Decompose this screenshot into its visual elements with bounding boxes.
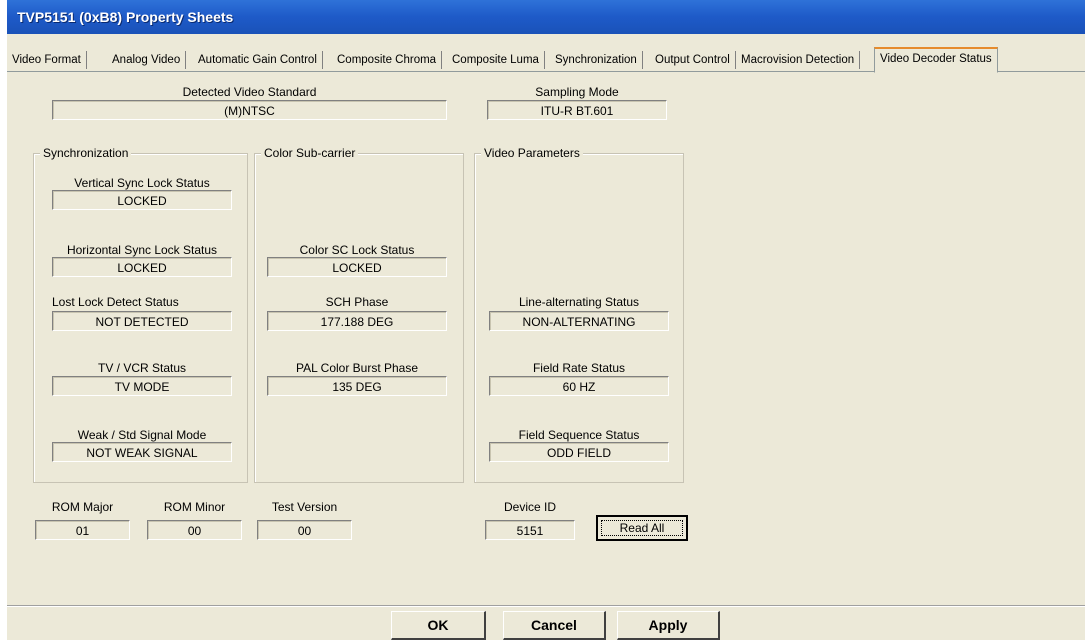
- tv-vcr-field: TV MODE: [52, 376, 232, 396]
- property-sheet-window: TVP5151 (0xB8) Property Sheets Video For…: [7, 0, 1085, 640]
- synchronization-group-title: Synchronization: [40, 146, 132, 160]
- hsync-lock-field: LOCKED: [52, 257, 232, 277]
- tab-macrovision-detection[interactable]: Macrovision Detection: [736, 51, 861, 69]
- tab-composite-luma[interactable]: Composite Luma: [447, 51, 545, 69]
- window-title: TVP5151 (0xB8) Property Sheets: [17, 9, 234, 25]
- color-subcarrier-group-title: Color Sub-carrier: [261, 146, 359, 160]
- line-alternating-label: Line-alternating Status: [518, 295, 640, 309]
- separator: [7, 605, 1085, 607]
- tab-synchronization[interactable]: Synchronization: [550, 51, 643, 69]
- tab-automatic-gain-control[interactable]: Automatic Gain Control: [193, 51, 323, 69]
- vsync-lock-label: Vertical Sync Lock Status: [74, 176, 210, 190]
- line-alternating-field: NON-ALTERNATING: [489, 311, 669, 331]
- weak-signal-field: NOT WEAK SIGNAL: [52, 442, 232, 462]
- hsync-lock-label: Horizontal Sync Lock Status: [66, 243, 218, 257]
- ok-button[interactable]: OK: [391, 611, 486, 640]
- tv-vcr-label: TV / VCR Status: [97, 361, 187, 375]
- title-bar[interactable]: TVP5151 (0xB8) Property Sheets: [7, 0, 1085, 34]
- device-id-field: 5151: [485, 520, 575, 540]
- field-rate-field: 60 HZ: [489, 376, 669, 396]
- lost-lock-field: NOT DETECTED: [52, 311, 232, 331]
- read-all-label: Read All: [601, 520, 683, 536]
- pal-burst-label: PAL Color Burst Phase: [295, 361, 419, 375]
- sampling-mode-field: ITU-R BT.601: [487, 100, 667, 120]
- lost-lock-label: Lost Lock Detect Status: [52, 295, 179, 309]
- weak-signal-label: Weak / Std Signal Mode: [77, 428, 207, 442]
- tab-analog-video[interactable]: Analog Video: [107, 51, 187, 69]
- field-sequence-label: Field Sequence Status: [518, 428, 640, 442]
- vsync-lock-field: LOCKED: [52, 190, 232, 210]
- detected-standard-label: Detected Video Standard: [182, 85, 317, 99]
- test-version-label: Test Version: [271, 500, 338, 514]
- rom-major-label: ROM Major: [51, 500, 114, 514]
- tab-composite-chroma[interactable]: Composite Chroma: [332, 51, 443, 69]
- tab-bar: Video Format Analog Video Automatic Gain…: [7, 45, 1085, 73]
- color-sc-lock-field: LOCKED: [267, 257, 447, 277]
- test-version-field: 00: [257, 520, 352, 540]
- video-parameters-group-title: Video Parameters: [481, 146, 583, 160]
- field-sequence-field: ODD FIELD: [489, 442, 669, 462]
- pal-burst-field: 135 DEG: [267, 376, 447, 396]
- rom-minor-field: 00: [147, 520, 242, 540]
- device-id-label: Device ID: [503, 500, 556, 514]
- read-all-button[interactable]: Read All: [596, 515, 688, 541]
- rom-major-field: 01: [35, 520, 130, 540]
- field-rate-label: Field Rate Status: [532, 361, 626, 375]
- sch-phase-label: SCH Phase: [325, 295, 389, 309]
- detected-standard-field: (M)NTSC: [52, 100, 447, 120]
- rom-minor-label: ROM Minor: [163, 500, 226, 514]
- cancel-button[interactable]: Cancel: [503, 611, 606, 640]
- sch-phase-field: 177.188 DEG: [267, 311, 447, 331]
- tab-video-format[interactable]: Video Format: [7, 51, 87, 69]
- apply-button[interactable]: Apply: [617, 611, 720, 640]
- tab-video-decoder-status[interactable]: Video Decoder Status: [874, 47, 998, 73]
- sampling-mode-label: Sampling Mode: [535, 85, 619, 99]
- tab-output-control[interactable]: Output Control: [650, 51, 736, 69]
- color-sc-lock-label: Color SC Lock Status: [299, 243, 415, 257]
